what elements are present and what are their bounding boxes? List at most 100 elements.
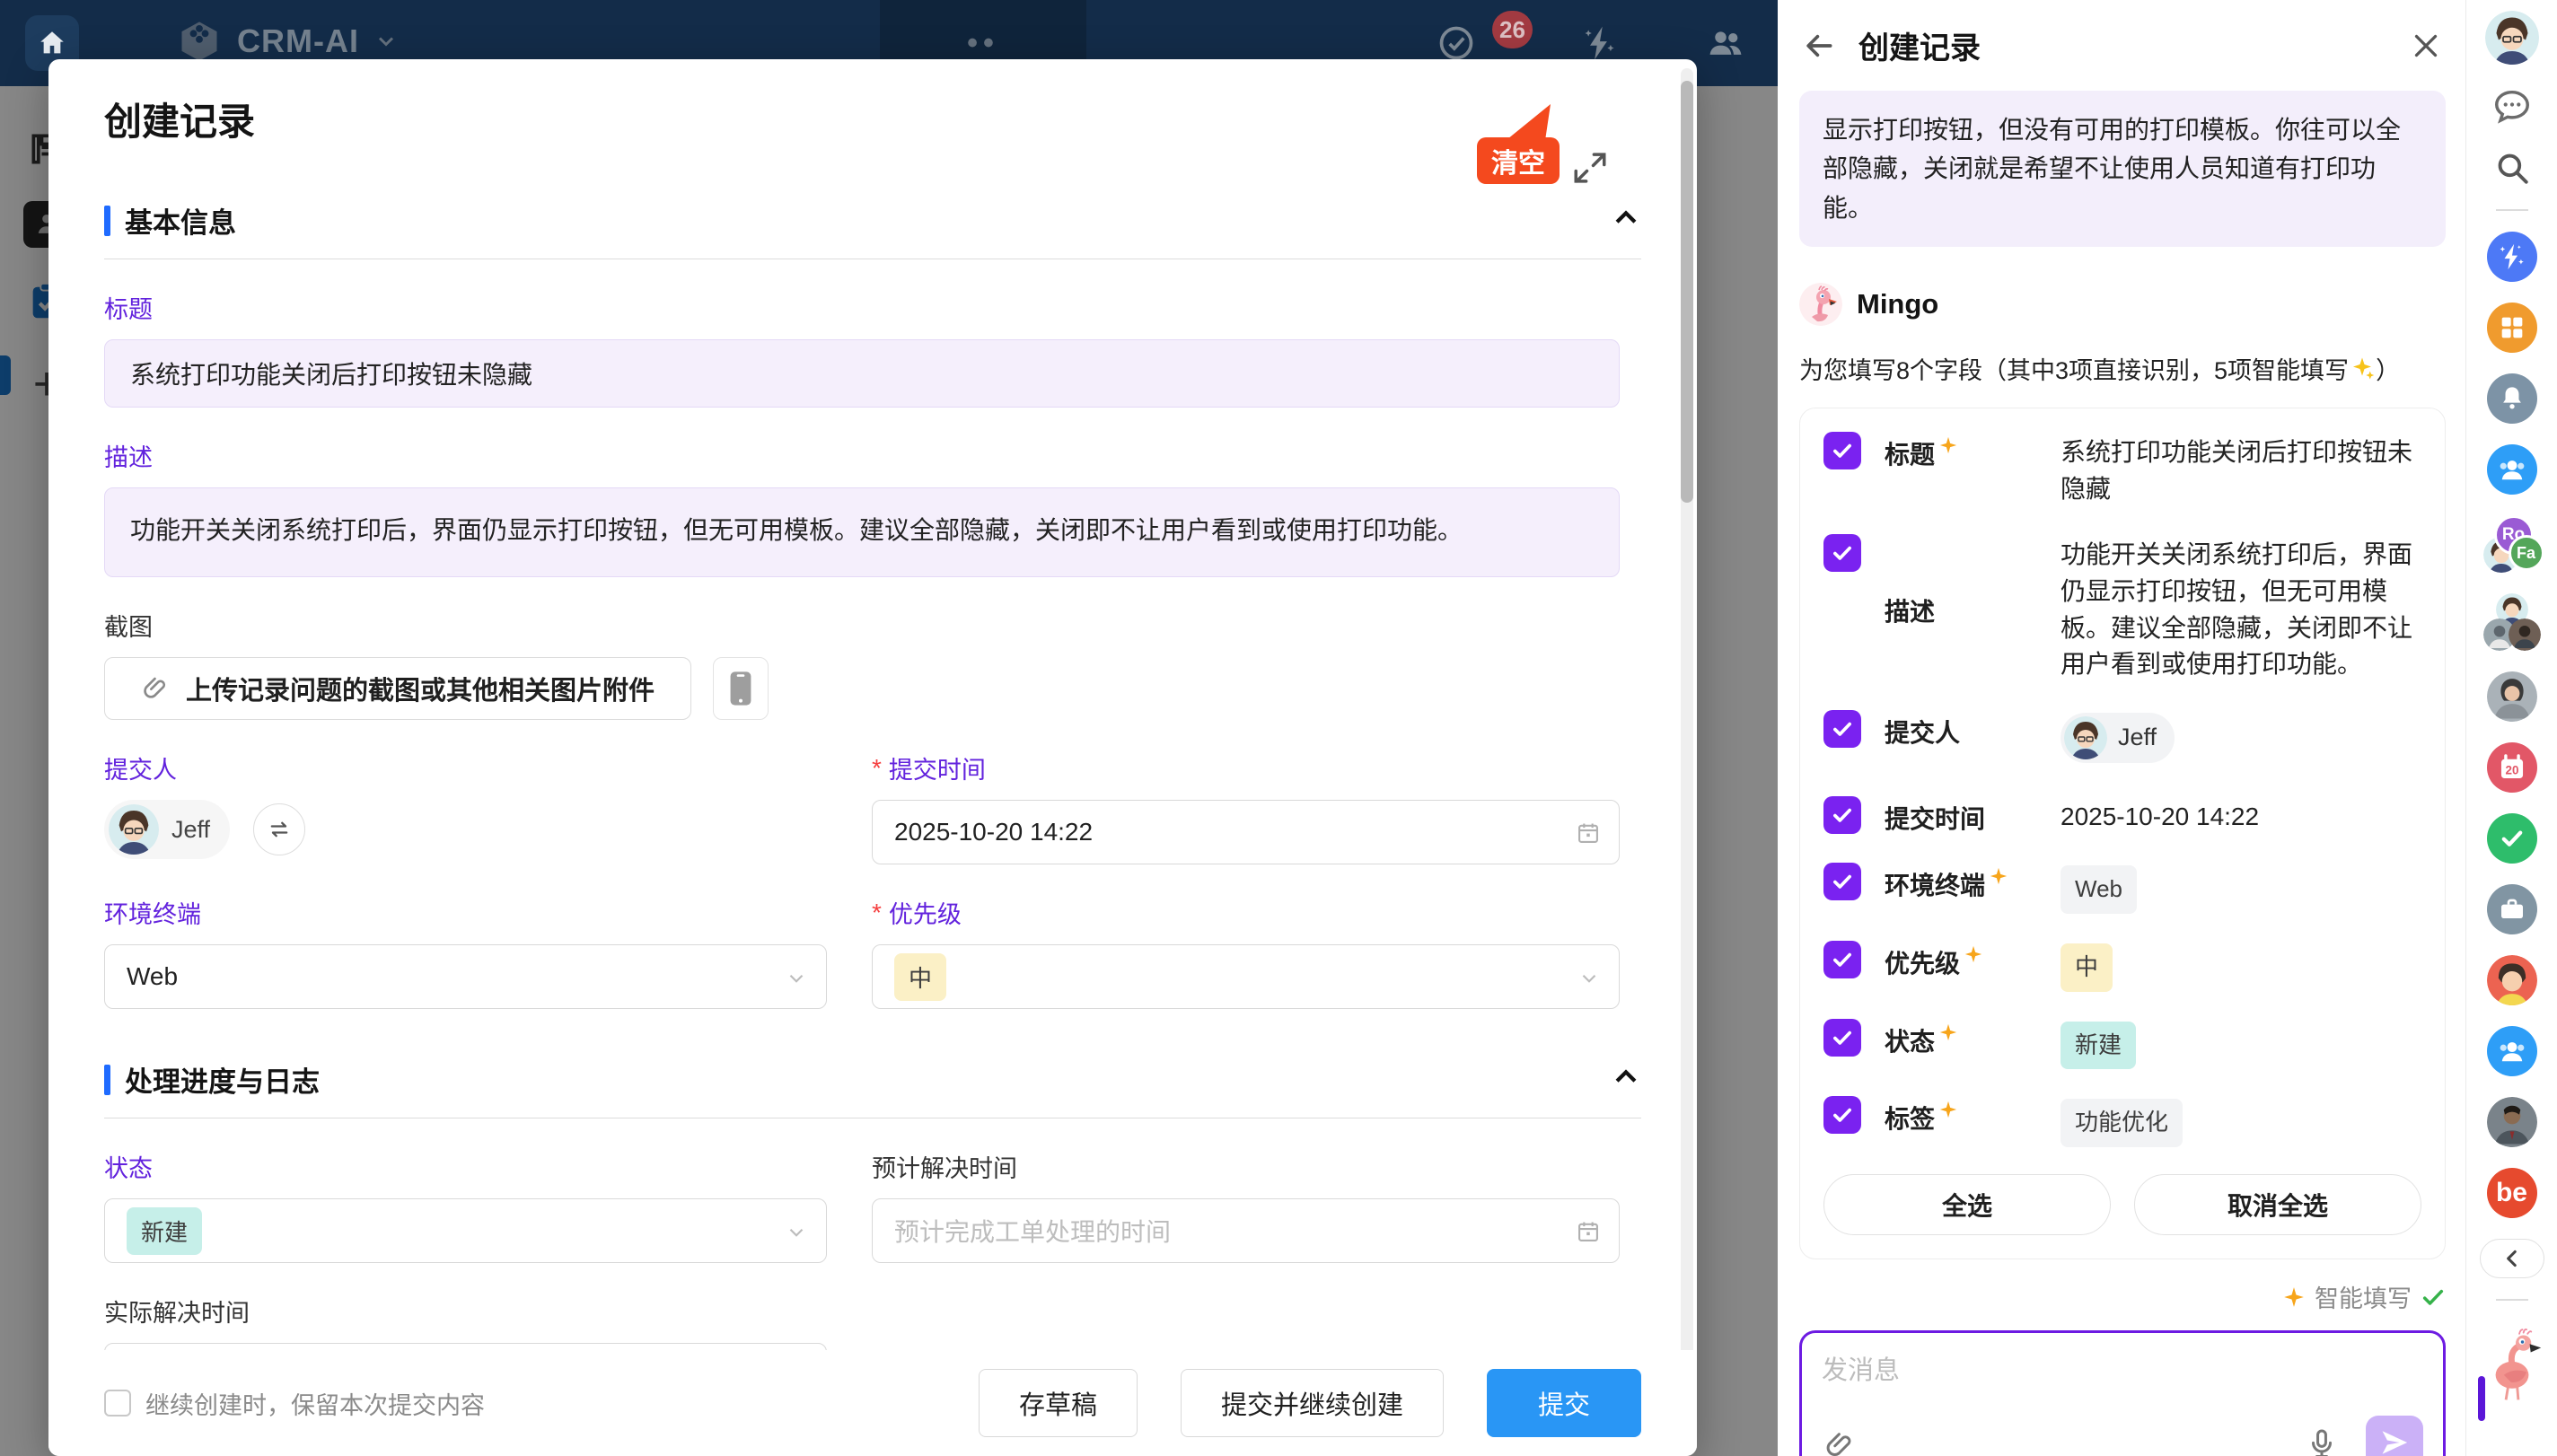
field-checkbox[interactable] xyxy=(1823,432,1861,469)
be-app-icon[interactable]: be xyxy=(2487,1168,2537,1218)
fill-summary-suffix: ） xyxy=(2376,351,2400,386)
collapse-rail-button[interactable] xyxy=(2480,1239,2544,1278)
screenshot-field-label: 截图 xyxy=(104,608,1641,643)
environment-select[interactable]: Web xyxy=(104,944,827,1009)
chevron-left-icon xyxy=(2500,1247,2524,1270)
rail-divider xyxy=(2496,1299,2528,1301)
section-accent-bar xyxy=(104,1065,110,1095)
mic-icon[interactable] xyxy=(2305,1427,2339,1456)
collapse-section-icon[interactable] xyxy=(1611,1062,1641,1097)
notification-badge: 26 xyxy=(1492,11,1533,48)
ai-assistant-panel: 创建记录 显示打印按钮，但没有可用的打印模板。你往可以全部隐藏，关闭就是希望不让… xyxy=(1778,0,2465,1456)
mobile-upload-button[interactable] xyxy=(713,657,769,720)
message-composer xyxy=(1799,1330,2446,1456)
fill-summary: 为您填写8个字段（其中3项直接识别，5项智能填写 ） xyxy=(1799,351,2446,386)
field-label: 提交时间 xyxy=(1885,800,1985,836)
contact-avatar-man[interactable] xyxy=(2487,1097,2537,1147)
title-input[interactable] xyxy=(104,339,1620,408)
attach-icon[interactable] xyxy=(1823,1429,1856,1456)
field-checkbox[interactable] xyxy=(1823,863,1861,900)
submitter-value[interactable]: Jeff xyxy=(104,800,230,859)
contact-avatar-boy[interactable] xyxy=(2487,955,2537,1005)
submit-time-input[interactable]: 2025-10-20 14:22 xyxy=(872,800,1620,864)
back-button[interactable] xyxy=(1799,26,1839,66)
field-value-tag: Web xyxy=(2061,865,2137,914)
upload-label: 上传记录问题的截图或其他相关图片附件 xyxy=(186,670,655,707)
field-label: 标题 xyxy=(1885,435,1935,471)
search-icon[interactable] xyxy=(2491,147,2533,189)
modal-title: 创建记录 xyxy=(104,92,1641,146)
upload-screenshot-button[interactable]: 上传记录问题的截图或其他相关图片附件 xyxy=(104,657,691,720)
smart-sparkle-icon xyxy=(1964,944,1983,964)
apps-grid-icon[interactable] xyxy=(2487,303,2537,353)
collapse-section-icon[interactable] xyxy=(1611,203,1641,238)
field-checkbox[interactable] xyxy=(1823,1019,1861,1057)
smart-sparkle-icon xyxy=(1989,866,2008,886)
field-label: 环境终端 xyxy=(1885,866,1985,902)
ai-lightning-icon[interactable] xyxy=(1580,23,1620,63)
deselect-all-button[interactable]: 取消全选 xyxy=(2134,1174,2421,1235)
field-checkbox[interactable] xyxy=(1823,941,1861,978)
right-rail: Ro Fa 20 be xyxy=(2465,0,2557,1456)
smart-sparkle-icon xyxy=(1938,1100,1958,1119)
field-checkbox[interactable] xyxy=(1823,1096,1861,1134)
rail-divider xyxy=(2496,209,2528,211)
team-app-icon[interactable] xyxy=(2487,444,2537,495)
field-checkbox[interactable] xyxy=(1823,710,1861,748)
section-progress-log: 处理进度与日志 xyxy=(104,1059,1641,1118)
calendar-app-icon[interactable]: 20 xyxy=(2487,742,2537,793)
status-select[interactable]: 新建 xyxy=(104,1198,827,1263)
close-button[interactable] xyxy=(2406,26,2446,66)
briefcase-app-icon[interactable] xyxy=(2487,884,2537,934)
members-icon[interactable] xyxy=(1706,23,1745,63)
submit-and-continue-button[interactable]: 提交并继续创建 xyxy=(1181,1369,1444,1437)
member-avatar xyxy=(2509,618,2541,651)
send-icon xyxy=(2379,1427,2410,1456)
priority-select[interactable]: 中 xyxy=(872,944,1620,1009)
send-button[interactable] xyxy=(2366,1416,2423,1456)
actual-time-field-label: 实际解决时间 xyxy=(104,1294,827,1329)
modal-scrollbar-thumb[interactable] xyxy=(1681,81,1693,503)
contact-avatar-woman[interactable] xyxy=(2487,671,2537,722)
clear-tooltip: 清空 xyxy=(1477,137,1560,184)
assistant-title: 创建记录 xyxy=(1858,23,2406,67)
phone-icon xyxy=(727,671,754,706)
field-value-tag: 中 xyxy=(2061,943,2113,992)
team-app-icon-2[interactable] xyxy=(2487,1026,2537,1076)
done-check-icon[interactable] xyxy=(2487,813,2537,864)
field-row-status: 状态 新建 xyxy=(1823,1019,2421,1070)
keep-content-checkbox[interactable] xyxy=(104,1390,131,1417)
expand-modal-button[interactable] xyxy=(1568,145,1612,190)
jeff-avatar xyxy=(2064,716,2107,759)
user-avatar[interactable] xyxy=(2485,11,2539,65)
message-input[interactable] xyxy=(1822,1349,2423,1426)
change-submitter-button[interactable] xyxy=(253,803,305,855)
field-value-tag: 功能优化 xyxy=(2061,1099,2183,1147)
submit-button[interactable]: 提交 xyxy=(1487,1369,1641,1437)
keep-content-label: 继续创建时，保留本次提交内容 xyxy=(145,1386,485,1421)
environment-field-label: 环境终端 xyxy=(104,895,827,930)
tasks-check-icon[interactable] xyxy=(1437,23,1476,63)
field-checkbox[interactable] xyxy=(1823,796,1861,834)
chevron-down-icon xyxy=(785,1221,808,1250)
app-name: CRM-AI xyxy=(237,22,359,60)
save-draft-button[interactable]: 存草稿 xyxy=(979,1369,1138,1437)
submitter-pill: Jeff xyxy=(2061,713,2175,763)
submit-time-value: 2025-10-20 14:22 xyxy=(894,818,1093,846)
sparkle-icon xyxy=(2349,355,2376,382)
group-ro-fa[interactable]: Ro Fa xyxy=(2483,515,2541,573)
ai-app-icon[interactable] xyxy=(2487,232,2537,282)
expected-time-input[interactable]: 预计完成工单处理的时间 xyxy=(872,1198,1620,1263)
select-all-button[interactable]: 全选 xyxy=(1823,1174,2111,1235)
field-checkbox[interactable] xyxy=(1823,534,1861,572)
group-avatars[interactable] xyxy=(2483,593,2541,651)
chat-icon[interactable] xyxy=(2491,85,2533,127)
flamingo-mascot[interactable] xyxy=(2477,1321,2547,1404)
priority-field-label: 优先级 xyxy=(889,895,962,930)
notifications-bell-icon[interactable] xyxy=(2487,373,2537,424)
submitter-field-label: 提交人 xyxy=(104,750,827,785)
svg-text:20: 20 xyxy=(2505,763,2518,776)
field-row-tags: 标签 功能优化 xyxy=(1823,1096,2421,1147)
app-logo[interactable]: CRM-AI xyxy=(176,18,399,65)
description-input[interactable]: 功能开关关闭系统打印后，界面仍显示打印按钮，但无可用模板。建议全部隐藏，关闭即不… xyxy=(104,487,1620,577)
